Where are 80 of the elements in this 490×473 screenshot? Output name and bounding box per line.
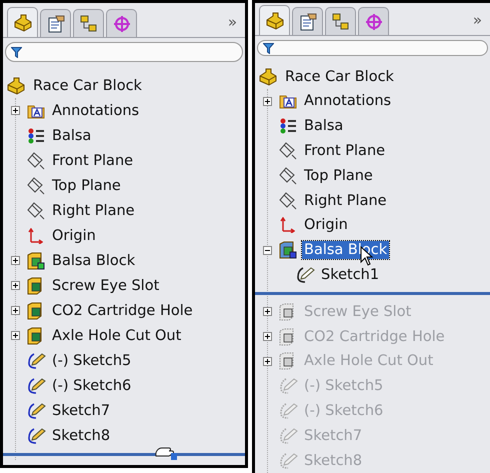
sketch-icon <box>27 402 47 420</box>
origin-icon <box>27 228 43 244</box>
plane-icon <box>27 152 45 170</box>
sketch-icon <box>296 266 316 284</box>
filter-icon <box>11 46 22 58</box>
tree-item[interactable]: Annotations <box>302 92 394 110</box>
sketch-icon <box>279 402 299 420</box>
tree-item[interactable]: Annotations <box>50 102 142 120</box>
more-tabs-chevron[interactable]: » <box>228 13 241 31</box>
expand-toggle[interactable] <box>11 256 20 265</box>
expand-toggle[interactable] <box>11 331 20 340</box>
part-icon <box>257 68 279 86</box>
panel-tab[interactable] <box>73 9 104 37</box>
crosshair-icon <box>112 14 130 32</box>
folder-icon <box>27 102 45 118</box>
tree-item[interactable]: (-) Sketch5 <box>50 352 134 370</box>
sketch-icon <box>279 452 299 470</box>
feature-icon <box>279 241 297 260</box>
tree-item[interactable]: Race Car Block <box>31 76 144 94</box>
origin-icon <box>279 217 295 234</box>
crosshair-icon <box>364 12 382 30</box>
clipboard-icon <box>46 14 64 32</box>
expand-toggle[interactable] <box>11 106 20 115</box>
panel-tab[interactable] <box>259 5 290 35</box>
filter-field[interactable] <box>257 40 488 56</box>
tree-item[interactable]: Sketch8 <box>50 426 112 444</box>
expand-toggle[interactable] <box>11 281 20 290</box>
hierarchy-icon <box>80 14 98 32</box>
plane-icon <box>27 202 45 220</box>
tree-item[interactable]: Top Plane <box>50 176 123 194</box>
panel-tab[interactable] <box>292 7 323 35</box>
sketch-icon <box>27 352 47 370</box>
feature-icon <box>27 252 45 270</box>
tree-item[interactable]: Right Plane <box>50 202 137 220</box>
panel-tab[interactable] <box>7 7 38 37</box>
part-icon <box>5 76 27 94</box>
material-icon <box>279 118 297 134</box>
panel-tab[interactable] <box>325 7 356 35</box>
expand-toggle[interactable] <box>263 246 272 255</box>
part-icon <box>12 14 32 32</box>
tree-item[interactable]: Race Car Block <box>283 68 396 86</box>
sketch-icon <box>27 426 47 444</box>
sketch-icon <box>27 376 47 394</box>
sketch-icon <box>279 377 299 396</box>
tree-item[interactable]: (-) Sketch6 <box>50 376 134 394</box>
sketch-icon <box>279 426 299 445</box>
tree-item[interactable]: Front Plane <box>302 142 388 160</box>
tree-item[interactable]: Balsa <box>302 117 346 136</box>
tree-item[interactable]: Origin <box>302 216 350 234</box>
filter-field[interactable] <box>5 42 243 62</box>
tree-item[interactable]: Front Plane <box>50 152 136 170</box>
filter-icon <box>263 42 274 54</box>
tree-item[interactable]: Axle Hole Cut Out <box>50 326 184 344</box>
tree-item[interactable]: Balsa Block <box>50 252 138 270</box>
hierarchy-icon <box>332 12 350 30</box>
clipboard-icon <box>298 12 316 30</box>
tree-item[interactable]: Right Plane <box>302 192 389 210</box>
more-tabs-chevron[interactable]: » <box>472 11 486 29</box>
plane-icon <box>27 176 45 194</box>
plane-icon <box>279 142 297 160</box>
tree-item[interactable]: Screw Eye Slot <box>50 276 162 294</box>
panel-tab[interactable] <box>40 9 71 37</box>
rollback-bar[interactable] <box>3 452 245 456</box>
plane-icon <box>279 166 297 185</box>
tree-item[interactable]: Sketch1 <box>319 266 382 284</box>
expand-toggle[interactable] <box>263 96 272 106</box>
expand-toggle[interactable] <box>11 306 20 315</box>
expand-toggle[interactable] <box>263 356 272 366</box>
rollback-bar[interactable] <box>255 292 490 295</box>
tree-item[interactable]: Origin <box>50 226 98 244</box>
expand-toggle[interactable] <box>263 307 272 316</box>
plane-icon <box>279 192 297 210</box>
tree-item[interactable]: Top Plane <box>302 166 375 185</box>
material-icon <box>27 128 45 144</box>
expand-toggle[interactable] <box>263 332 272 342</box>
tree-item[interactable]: Sketch7 <box>50 402 112 420</box>
tree-item[interactable]: Balsa <box>50 126 94 144</box>
part-icon <box>264 12 284 30</box>
tree-item[interactable]: CO2 Cartridge Hole <box>50 302 195 320</box>
folder-icon <box>279 93 297 110</box>
